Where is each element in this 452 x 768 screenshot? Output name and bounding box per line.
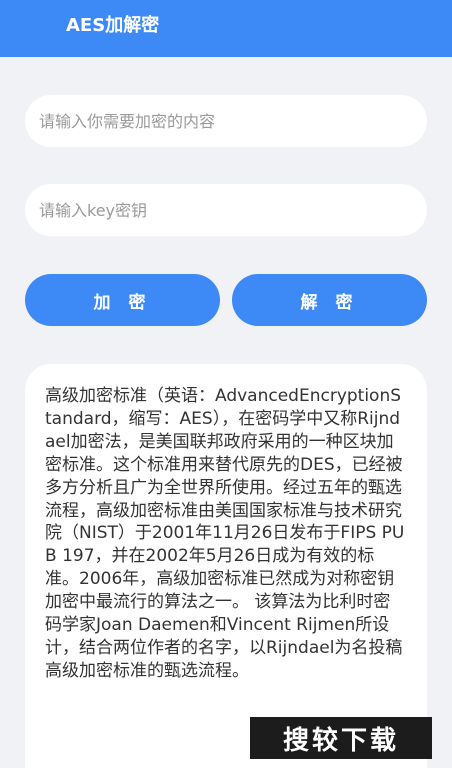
content-input-container[interactable] [25,95,427,147]
result-text: 高级加密标准（英语：AdvancedEncryptionStandard，缩写：… [45,386,405,681]
app-title: AES加解密 [66,15,160,36]
app-bar: AES加解密 [0,0,452,57]
result-card[interactable]: 高级加密标准（英语：AdvancedEncryptionStandard，缩写：… [25,364,427,768]
watermark-logo: 搜较下载 [250,717,432,759]
key-input-container[interactable] [25,184,427,236]
content-input[interactable] [39,111,427,131]
decrypt-button[interactable]: 解 密 [232,274,427,326]
key-input[interactable] [39,200,427,220]
encrypt-button[interactable]: 加 密 [25,274,220,326]
